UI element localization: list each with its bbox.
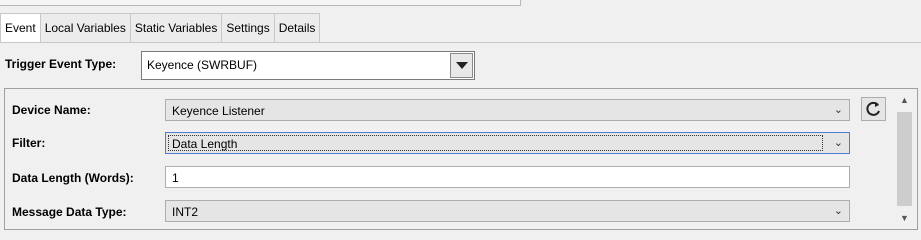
triangle-down-icon — [456, 62, 468, 69]
tab-event[interactable]: Event — [0, 13, 41, 43]
filter-value: Data Length — [172, 137, 238, 151]
filter-select[interactable]: Data Length ⌄ — [165, 132, 850, 154]
trigger-event-type-select[interactable]: Keyence (SWRBUF) — [141, 51, 475, 80]
tab-settings[interactable]: Settings — [222, 13, 275, 43]
focus-indicator — [168, 135, 823, 151]
tab-local-variables[interactable]: Local Variables — [40, 13, 131, 43]
data-length-label: Data Length (Words): — [12, 171, 134, 185]
filter-label: Filter: — [12, 136, 46, 150]
chevron-down-icon: ⌄ — [833, 137, 843, 149]
refresh-icon — [866, 101, 880, 116]
scrollbar-thumb[interactable] — [897, 112, 912, 206]
message-data-type-value: INT2 — [172, 205, 199, 219]
top-strip — [0, 0, 921, 8]
top-strip-box — [0, 0, 521, 6]
scroll-up-arrow-icon[interactable]: ▲ — [900, 95, 909, 105]
data-length-value: 1 — [172, 171, 179, 185]
device-name-select[interactable]: Keyence Listener ⌄ — [165, 99, 850, 121]
message-data-type-select[interactable]: INT2 ⌄ — [165, 200, 850, 222]
device-name-label: Device Name: — [12, 103, 91, 117]
tab-bar: Event Local Variables Static Variables S… — [0, 13, 321, 43]
message-data-type-label: Message Data Type: — [12, 205, 127, 219]
tab-static-variables[interactable]: Static Variables — [130, 13, 223, 43]
scroll-down-arrow-icon[interactable]: ▼ — [900, 213, 909, 223]
vertical-scrollbar[interactable]: ▲ ▼ — [895, 92, 915, 227]
chevron-down-icon: ⌄ — [833, 104, 843, 116]
tab-details[interactable]: Details — [274, 13, 321, 43]
device-name-value: Keyence Listener — [172, 104, 265, 118]
trigger-event-type-value: Keyence (SWRBUF) — [147, 58, 258, 72]
tab-divider — [0, 42, 921, 43]
trigger-event-type-label: Trigger Event Type: — [5, 57, 117, 71]
refresh-button[interactable] — [861, 97, 886, 121]
data-length-input[interactable]: 1 — [165, 166, 850, 188]
chevron-down-icon: ⌄ — [833, 205, 843, 217]
trigger-dropdown-button[interactable] — [450, 53, 473, 78]
